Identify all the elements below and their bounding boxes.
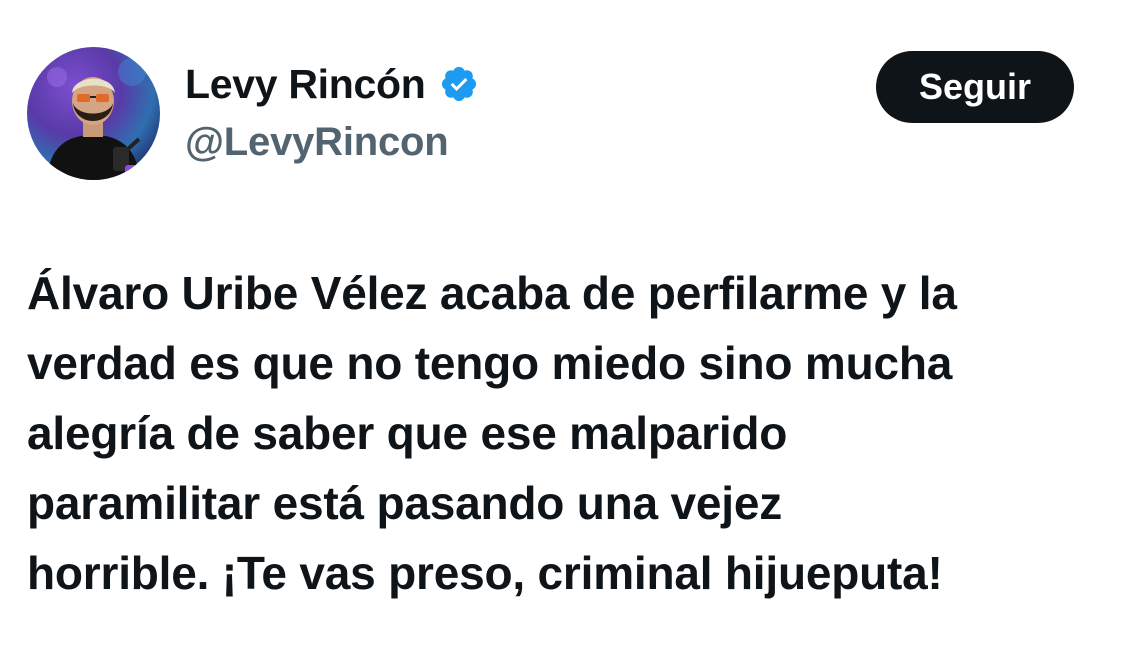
profile-avatar-image bbox=[27, 47, 160, 180]
tweet-text-line: Álvaro Uribe Vélez acaba de perfilarme y… bbox=[27, 267, 957, 319]
display-name[interactable]: Levy Rincón bbox=[185, 61, 426, 108]
follow-button[interactable]: Seguir bbox=[876, 51, 1074, 123]
name-row: Levy Rincón bbox=[185, 58, 479, 110]
avatar[interactable] bbox=[27, 47, 160, 180]
verified-badge-icon[interactable] bbox=[439, 64, 479, 104]
tweet-text-line: paramilitar está pasando una vejez bbox=[27, 477, 783, 529]
tweet-card: Levy Rincón @LevyRincon Seguir Álvaro Ur… bbox=[0, 0, 1125, 663]
tweet-text: Álvaro Uribe Vélez acaba de perfilarme y… bbox=[27, 258, 1107, 608]
tweet-text-line: alegría de saber que ese malparido bbox=[27, 407, 788, 459]
tweet-text-line: verdad es que no tengo miedo sino mucha bbox=[27, 337, 953, 389]
author-info: Levy Rincón @LevyRincon bbox=[185, 58, 479, 165]
tweet-text-line: horrible. ¡Te vas preso, criminal hijuep… bbox=[27, 547, 943, 599]
user-handle[interactable]: @LevyRincon bbox=[185, 120, 479, 165]
